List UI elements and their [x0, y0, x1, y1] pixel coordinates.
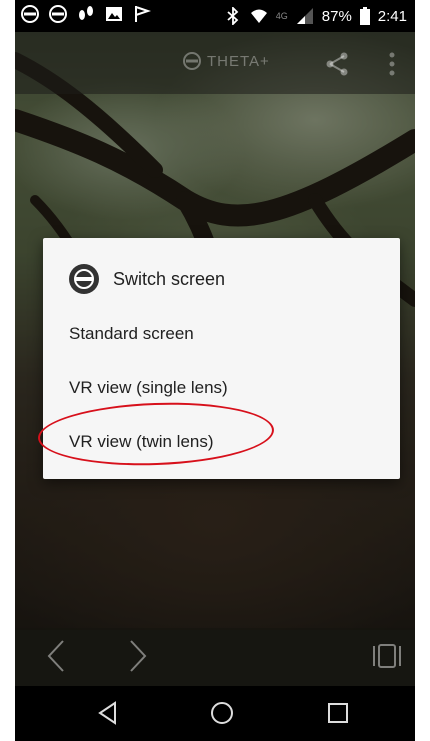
flag-icon	[135, 6, 151, 22]
viewer-controls	[15, 628, 415, 686]
option-vr-single-lens[interactable]: VR view (single lens)	[69, 378, 228, 398]
status-bar: 4G 87% 2:41	[15, 0, 415, 32]
dialog-title: Switch screen	[113, 268, 226, 289]
recents-square-icon[interactable]	[325, 700, 351, 726]
chevron-left-icon[interactable]	[45, 638, 67, 674]
theta-logo-icon	[183, 52, 201, 70]
phone-screen: 4G 87% 2:41 THETA+ Switch screen Standar…	[15, 0, 415, 741]
dialog-header: Switch screen	[69, 264, 225, 294]
battery-icon	[359, 7, 370, 25]
app-bar: THETA+	[15, 32, 415, 94]
system-nav-bar	[15, 686, 415, 741]
image-icon	[106, 7, 122, 21]
option-standard-screen[interactable]: Standard screen	[69, 324, 194, 344]
app-title: THETA+	[183, 52, 270, 70]
home-circle-icon[interactable]	[209, 700, 235, 726]
back-triangle-icon[interactable]	[95, 700, 121, 726]
network-type: 4G	[275, 11, 288, 21]
theta-icon	[69, 264, 99, 294]
app-title-text: THETA+	[207, 52, 270, 70]
theta-notification-icon	[21, 5, 39, 23]
cell-signal-icon	[296, 8, 313, 24]
share-icon[interactable]	[323, 50, 351, 78]
theta-notification-icon	[49, 5, 67, 23]
clock: 2:41	[377, 7, 407, 25]
footsteps-icon	[79, 6, 93, 20]
wifi-icon	[250, 9, 267, 23]
chevron-right-icon[interactable]	[127, 638, 149, 674]
battery-percent: 87%	[321, 7, 352, 25]
bluetooth-icon	[227, 7, 239, 25]
vr-mode-icon[interactable]	[371, 640, 403, 672]
overflow-menu-icon[interactable]	[387, 50, 397, 78]
